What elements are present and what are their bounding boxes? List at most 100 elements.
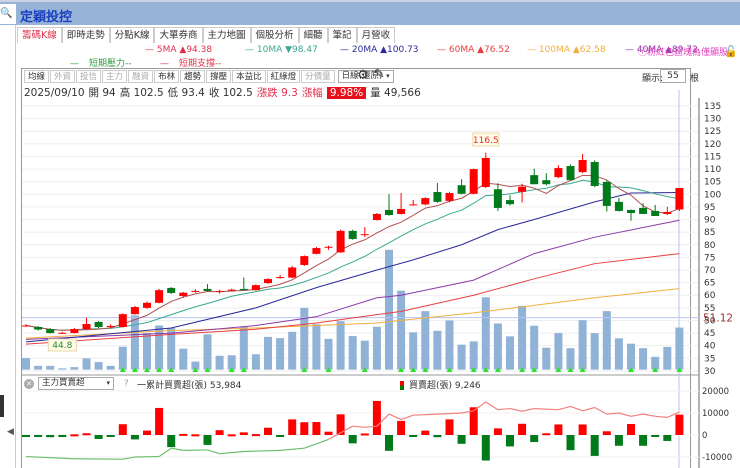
volume-bar [554, 333, 563, 370]
buy-sell-bar [663, 435, 672, 441]
ma5-line [25, 174, 680, 331]
volume-bar [336, 321, 345, 370]
cumulative-line [485, 401, 499, 411]
indicator-tick: 20000 [702, 387, 729, 397]
buy-sell-bar [385, 435, 393, 451]
buy-sell-bar [590, 435, 599, 456]
buy-sell-bar [639, 435, 648, 446]
buy-sell-bar [445, 419, 454, 435]
candle-body [34, 327, 43, 330]
candle-body [227, 289, 236, 291]
volume-bar [203, 334, 212, 370]
cumulative-line [352, 425, 365, 428]
price-chart[interactable]: 3035404550556065707580859095100105110115… [0, 0, 740, 468]
candle-body [22, 325, 30, 327]
candle-body [481, 157, 490, 187]
chevron-down-icon: ▾ [106, 379, 110, 387]
volume-bar [675, 327, 684, 370]
candle-body [506, 200, 514, 205]
buy-sell-bar [481, 435, 490, 461]
cumulative-line [521, 408, 535, 412]
cumulative-line [582, 406, 595, 412]
volume-bar [324, 338, 333, 370]
candle-body [203, 288, 212, 291]
candle-body [409, 204, 418, 206]
buy-sell-bar [239, 432, 248, 435]
buy-sell-bar [675, 414, 684, 435]
volume-bar [143, 333, 151, 370]
buy-sell-bar [118, 424, 127, 435]
buy-sell-bar [155, 407, 164, 435]
candle-body [191, 290, 200, 292]
candle-body [566, 166, 575, 181]
volume-bar [493, 323, 502, 370]
volume-bar [46, 365, 55, 370]
candle-body [385, 209, 393, 215]
volume-bar [106, 365, 115, 370]
cumulative-line [413, 413, 438, 416]
candle-body [143, 302, 151, 308]
close-icon[interactable]: ✕ [24, 378, 34, 389]
buy-sell-bar [518, 423, 527, 435]
candle-body [590, 162, 599, 186]
buy-sell-bar [542, 433, 551, 436]
cumulative-label: 一累計買賣超(張) 53,984 [137, 381, 242, 391]
cumulative-line [509, 408, 523, 412]
buy-sell-label: 買賣超(張) 9,246 [400, 378, 481, 391]
volume-bar [70, 367, 79, 370]
candle-body [348, 230, 357, 239]
price-tick: 105 [704, 178, 721, 188]
volume-bar [82, 358, 91, 370]
candle-body [288, 267, 297, 278]
price-tick: 30 [704, 367, 716, 377]
high-label: 116.5 [473, 136, 499, 146]
volume-bar [639, 348, 648, 370]
volume-bar [530, 325, 539, 370]
buy-sell-bar [203, 435, 212, 445]
buy-sell-bar [372, 400, 381, 435]
candle-body [58, 332, 67, 334]
buy-sell-bar [397, 420, 406, 435]
volume-bar [251, 354, 260, 370]
candle-body [118, 314, 127, 328]
buy-sell-bar [627, 424, 635, 435]
buy-sell-bar [191, 434, 200, 437]
candle-body [372, 213, 381, 221]
price-tick: 75 [704, 253, 715, 263]
indicator-tick: -10000 [702, 453, 732, 463]
candle-body [82, 323, 91, 330]
volume-bar [566, 348, 575, 370]
candle-body [251, 285, 260, 291]
price-tick: 60 [704, 291, 716, 301]
candle-body [433, 192, 442, 202]
buy-sell-bar [651, 435, 660, 437]
candle-body [324, 246, 333, 248]
help-icon[interactable]: ? [124, 379, 129, 389]
volume-bar [300, 307, 309, 370]
volume-bar [312, 324, 321, 370]
indicator-dropdown[interactable]: 主力買賣超 ▾ [38, 377, 114, 390]
cumulative-line [280, 447, 305, 451]
volume-bar [542, 347, 551, 370]
volume-bar [614, 338, 623, 370]
candle-body [675, 187, 684, 210]
volume-bar [94, 362, 103, 370]
buy-sell-bar [566, 435, 575, 451]
volume-bar [457, 344, 466, 370]
buy-sell-bar [34, 435, 43, 437]
price-tick: 125 [704, 127, 721, 137]
candle-body [94, 321, 103, 328]
cumulative-line [207, 449, 220, 455]
buy-sell-bar [457, 435, 466, 444]
candle-body [360, 234, 369, 236]
candle-body [167, 287, 176, 293]
candle-body [300, 256, 309, 265]
volume-bar [288, 331, 297, 370]
buy-sell-bar [433, 435, 442, 438]
buy-sell-bar [493, 428, 502, 435]
price-tick: 135 [704, 102, 721, 112]
volume-bar [155, 325, 164, 370]
candle-body [239, 288, 248, 291]
candle-body [130, 307, 139, 315]
buy-sell-bar [409, 435, 418, 437]
